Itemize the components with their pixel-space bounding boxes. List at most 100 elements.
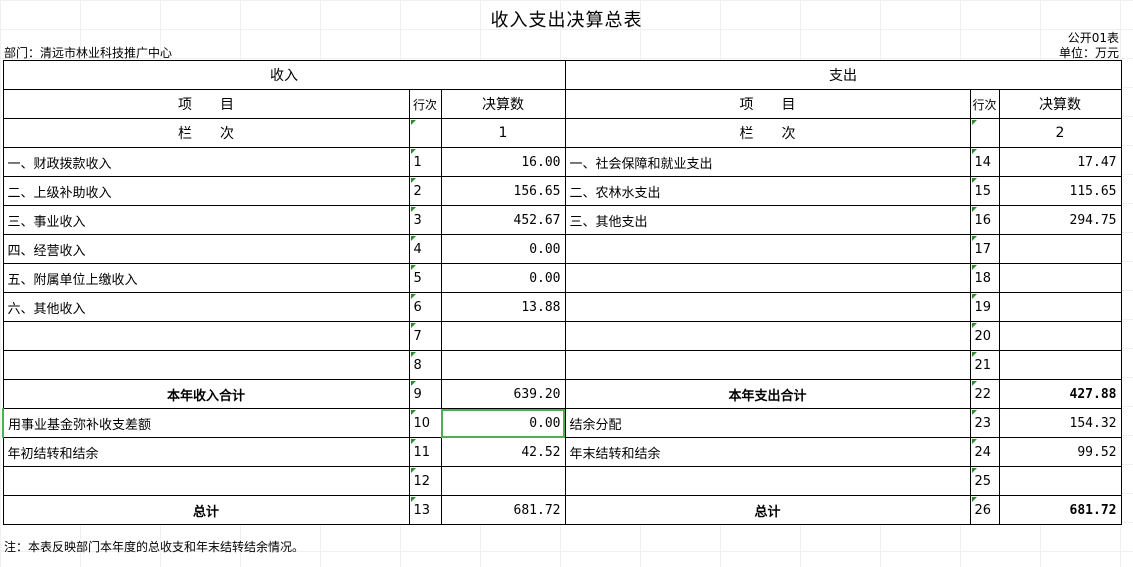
- table-row: 7 20: [2, 321, 1122, 351]
- income-item-cell[interactable]: [2, 466, 410, 496]
- income-total-value[interactable]: 681.72: [440, 495, 566, 525]
- expense-line-cell[interactable]: 25: [969, 466, 1000, 496]
- expense-line-cell[interactable]: 17: [969, 234, 1000, 264]
- income-line-cell[interactable]: 2: [408, 176, 442, 206]
- expense-line-cell[interactable]: 23: [969, 408, 1000, 438]
- expense-column-label[interactable]: 栏 次: [564, 118, 971, 148]
- expense-amount-header[interactable]: 决算数: [998, 89, 1122, 119]
- income-line-blank[interactable]: [408, 118, 442, 148]
- income-item-cell[interactable]: 年初结转和结余: [2, 437, 410, 467]
- income-line-cell[interactable]: 9: [408, 379, 442, 409]
- expense-line-cell[interactable]: 21: [969, 350, 1000, 380]
- expense-value-cell[interactable]: 115.65: [998, 176, 1122, 206]
- unit-label: 单位：万元: [1058, 46, 1119, 60]
- page-title: 收入支出决算总表: [490, 10, 643, 31]
- income-item-cell[interactable]: [2, 350, 410, 380]
- table-row: 六、其他收入 6 13.88 19: [2, 292, 1122, 322]
- income-column-number[interactable]: 1: [440, 118, 566, 148]
- income-subtotal-label[interactable]: 本年收入合计: [2, 379, 410, 409]
- income-item-cell[interactable]: 六、其他收入: [2, 292, 410, 322]
- table-row: 二、上级补助收入 2 156.65 二、农林水支出 15 115.65: [2, 176, 1122, 206]
- expense-value-cell[interactable]: 99.52: [998, 437, 1122, 467]
- income-line-header[interactable]: 行次: [408, 89, 442, 119]
- income-value-cell[interactable]: [440, 321, 566, 351]
- expense-subtotal-value[interactable]: 427.88: [998, 379, 1122, 409]
- expense-value-cell[interactable]: 294.75: [998, 205, 1122, 235]
- income-line-cell[interactable]: 6: [408, 292, 442, 322]
- expense-line-header[interactable]: 行次: [969, 89, 1000, 119]
- expense-column-number[interactable]: 2: [998, 118, 1122, 148]
- income-line-cell[interactable]: 1: [408, 147, 442, 177]
- expense-line-cell[interactable]: 26: [969, 495, 1000, 525]
- expense-subtotal-label[interactable]: 本年支出合计: [564, 379, 971, 409]
- income-column-label[interactable]: 栏 次: [2, 118, 410, 148]
- income-value-cell[interactable]: [440, 466, 566, 496]
- income-line-cell[interactable]: 3: [408, 205, 442, 235]
- expense-item-cell[interactable]: [564, 466, 971, 496]
- income-line-cell[interactable]: 13: [408, 495, 442, 525]
- income-item-cell[interactable]: 五、附属单位上缴收入: [2, 263, 410, 293]
- income-line-cell[interactable]: 5: [408, 263, 442, 293]
- expense-item-cell[interactable]: [564, 234, 971, 264]
- expense-line-cell[interactable]: 15: [969, 176, 1000, 206]
- expense-total-value[interactable]: 681.72: [998, 495, 1122, 525]
- income-value-cell[interactable]: 452.67: [440, 205, 566, 235]
- expense-line-blank[interactable]: [969, 118, 1000, 148]
- expense-line-cell[interactable]: 16: [969, 205, 1000, 235]
- expense-value-cell[interactable]: [998, 321, 1122, 351]
- income-line-cell[interactable]: 7: [408, 321, 442, 351]
- expense-item-cell[interactable]: [564, 321, 971, 351]
- income-value-cell[interactable]: 156.65: [440, 176, 566, 206]
- expense-item-cell[interactable]: 结余分配: [564, 408, 971, 438]
- expense-item-cell[interactable]: 三、其他支出: [564, 205, 971, 235]
- income-line-cell[interactable]: 8: [408, 350, 442, 380]
- income-item-cell[interactable]: 用事业基金弥补收支差额: [2, 408, 410, 438]
- expense-value-cell[interactable]: [998, 466, 1122, 496]
- income-amount-header[interactable]: 决算数: [440, 89, 566, 119]
- income-value-cell[interactable]: 0.00: [440, 234, 566, 264]
- income-item-cell[interactable]: 四、经营收入: [2, 234, 410, 264]
- expense-line-cell[interactable]: 14: [969, 147, 1000, 177]
- income-item-header[interactable]: 项 目: [2, 89, 410, 119]
- expense-item-header[interactable]: 项 目: [564, 89, 971, 119]
- income-value-cell[interactable]: 0.00: [440, 263, 566, 293]
- income-subtotal-value[interactable]: 639.20: [440, 379, 566, 409]
- expense-item-cell[interactable]: 二、农林水支出: [564, 176, 971, 206]
- income-line-cell[interactable]: 11: [408, 437, 442, 467]
- table-row: 总计 13 681.72 总计 26 681.72: [2, 495, 1122, 525]
- expense-value-cell[interactable]: 17.47: [998, 147, 1122, 177]
- expense-value-cell[interactable]: [998, 263, 1122, 293]
- expense-line-cell[interactable]: 24: [969, 437, 1000, 467]
- expense-value-cell[interactable]: [998, 350, 1122, 380]
- income-item-cell[interactable]: [2, 321, 410, 351]
- expense-value-cell[interactable]: [998, 292, 1122, 322]
- expense-line-cell[interactable]: 18: [969, 263, 1000, 293]
- income-item-cell[interactable]: 一、财政拨款收入: [2, 147, 410, 177]
- expense-line-cell[interactable]: 22: [969, 379, 1000, 409]
- expense-item-cell[interactable]: 年末结转和结余: [564, 437, 971, 467]
- income-value-cell[interactable]: [440, 350, 566, 380]
- expense-line-cell[interactable]: 19: [969, 292, 1000, 322]
- selected-cell[interactable]: 0.00: [440, 408, 566, 438]
- table-row: 年初结转和结余 11 42.52 年末结转和结余 24 99.52: [2, 437, 1122, 467]
- expense-value-cell[interactable]: [998, 234, 1122, 264]
- income-item-cell[interactable]: 三、事业收入: [2, 205, 410, 235]
- table-row: 用事业基金弥补收支差额 10 0.00 结余分配 23 154.32: [2, 408, 1122, 438]
- expense-line-cell[interactable]: 20: [969, 321, 1000, 351]
- income-line-cell[interactable]: 10: [408, 408, 442, 438]
- expense-item-cell[interactable]: [564, 292, 971, 322]
- expense-total-label[interactable]: 总计: [564, 495, 971, 525]
- expense-item-cell[interactable]: 一、社会保障和就业支出: [564, 147, 971, 177]
- income-value-cell[interactable]: 13.88: [440, 292, 566, 322]
- expense-item-cell[interactable]: [564, 263, 971, 293]
- expense-item-cell[interactable]: [564, 350, 971, 380]
- income-line-cell[interactable]: 12: [408, 466, 442, 496]
- income-value-cell[interactable]: 16.00: [440, 147, 566, 177]
- income-line-cell[interactable]: 4: [408, 234, 442, 264]
- income-item-cell[interactable]: 二、上级补助收入: [2, 176, 410, 206]
- expense-value-cell[interactable]: 154.32: [998, 408, 1122, 438]
- expense-header[interactable]: 支出: [564, 60, 1122, 90]
- income-header[interactable]: 收入: [2, 60, 566, 90]
- income-total-label[interactable]: 总计: [2, 495, 410, 525]
- income-value-cell[interactable]: 42.52: [440, 437, 566, 467]
